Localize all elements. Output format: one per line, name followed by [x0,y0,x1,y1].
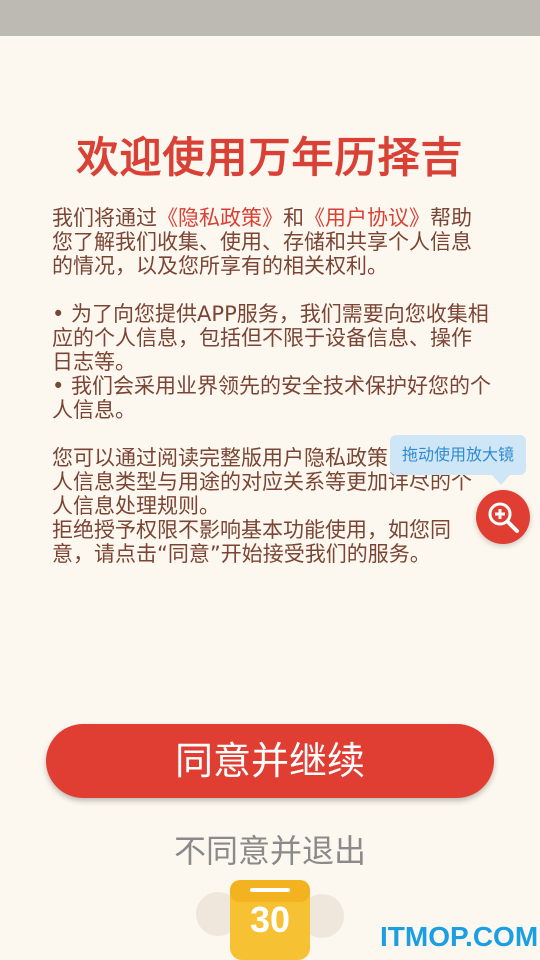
decline-exit-link[interactable]: 不同意并退出 [0,826,540,872]
magnifier-tooltip: 拖动使用放大镜 [390,435,526,485]
closing-paragraph: 拒绝授予权限不影响基本功能使用，如您同意，请点击“同意”开始接受我们的服务。 [52,518,451,566]
watermark-logo: ITMOP.COM [380,921,539,952]
privacy-policy-link[interactable]: 《隐私政策》 [157,206,283,230]
agree-continue-button[interactable]: 同意并继续 [46,724,494,798]
calendar-day: 30 [250,899,290,940]
intro-and: 和 [283,206,304,230]
calendar-icon: 30 [196,880,344,960]
intro-prefix: 我们将通过 [52,206,157,230]
privacy-notice: 我们将通过《隐私政策》和《用户协议》帮助您了解我们收集、使用、存储和共享个人信息… [52,206,492,566]
magnifier-button[interactable] [476,490,530,544]
user-agreement-link[interactable]: 《用户协议》 [304,206,430,230]
zoom-in-icon [488,502,519,533]
bullet-item: • 为了向您提供APP服务，我们需要向您收集相应的个人信息，包括但不限于设备信息… [52,302,489,374]
bullet-item: • 我们会采用业界领先的安全技术保护好您的个人信息。 [52,374,492,422]
status-bar [0,0,540,36]
page-title: 欢迎使用万年历择吉 [76,133,464,182]
intro-paragraph: 我们将通过《隐私政策》和《用户协议》帮助您了解我们收集、使用、存储和共享个人信息… [52,206,492,278]
